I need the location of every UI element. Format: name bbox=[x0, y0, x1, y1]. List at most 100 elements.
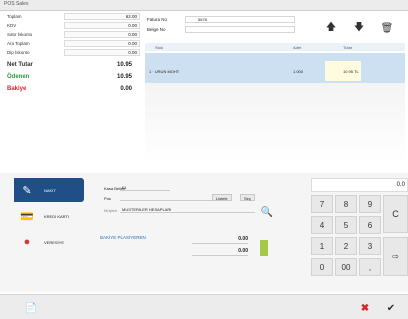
change-value: 0.00 bbox=[120, 86, 132, 92]
subtotal-label: Ara Toplam bbox=[7, 41, 30, 46]
table-row[interactable]: 1 · URUN MOHT 1.000 10.95 TL bbox=[145, 53, 405, 83]
clear-button[interactable]: C bbox=[383, 195, 408, 233]
totals-panel: Toplam 62.00 KDV 0.00 Satır İskonto 0.00… bbox=[4, 13, 140, 131]
kasa-row: Kasa Belirle 01 bbox=[100, 184, 280, 192]
receipt-no-label: Fatura No bbox=[147, 17, 168, 22]
bottom-discount-box: 0.00 bbox=[64, 49, 140, 56]
received-row: Ödenen 10.95 bbox=[4, 73, 140, 83]
column-header: Tutar bbox=[343, 45, 353, 50]
tab-credit-card[interactable]: 💳 KREDİ KARTI bbox=[14, 204, 84, 228]
table-header: Stok Adet Tutar bbox=[145, 43, 405, 51]
column-header: Adet bbox=[293, 45, 302, 50]
tab-label: KREDİ KARTI bbox=[44, 213, 70, 219]
amount-2-input[interactable]: 0.00 bbox=[192, 248, 248, 256]
line-discount-value: 0.00 bbox=[128, 32, 137, 37]
ok-button[interactable]: ✔ bbox=[384, 301, 398, 315]
document-icon: 📄 bbox=[24, 302, 38, 314]
change-label: Bakiye bbox=[7, 86, 27, 92]
tab-label: NAKİT bbox=[44, 187, 56, 193]
payment-form: Kasa Belirle 01 Pos Listele Seç Müşteri … bbox=[100, 178, 280, 288]
change-row: Bakiye 0.00 bbox=[4, 85, 140, 95]
bottom-discount-row: Dip İskonto 0.00 bbox=[4, 49, 140, 57]
person-icon: ● bbox=[23, 236, 31, 248]
received-label: Ödenen bbox=[7, 74, 30, 80]
key-7[interactable]: 7 bbox=[311, 195, 333, 213]
amount-1-input[interactable]: 0.00 bbox=[192, 236, 248, 244]
net-total-value: 10.95 bbox=[116, 62, 132, 68]
net-total-row: Net Tutar 10.95 bbox=[4, 61, 140, 71]
document-header: Fatura No 5678 Belge No bbox=[145, 16, 295, 38]
received-value: 10.95 bbox=[116, 74, 132, 80]
note-input[interactable] bbox=[185, 26, 295, 33]
note-label: Belge No bbox=[147, 27, 166, 32]
key-comma[interactable]: , bbox=[359, 258, 381, 276]
total-value: 62.00 bbox=[125, 14, 137, 19]
pos-row: Pos Listele Seç bbox=[100, 194, 280, 202]
ok-icon: ✔ bbox=[386, 302, 396, 314]
receipt-no-input[interactable]: 5678 bbox=[185, 16, 295, 23]
customer-input[interactable]: MUSTERILER HESAPLARI bbox=[120, 206, 255, 213]
enter-button[interactable]: ⇨ bbox=[383, 237, 408, 276]
item-amount: 10.95 TL bbox=[343, 69, 359, 74]
cancel-icon: ✖ bbox=[360, 302, 370, 314]
numeric-keypad: 7 8 9 C 4 5 6 1 2 3 ⇨ 0 00 , bbox=[311, 195, 408, 285]
key-0[interactable]: 0 bbox=[311, 258, 333, 276]
key-1[interactable]: 1 bbox=[311, 237, 333, 255]
bottom-discount-label: Dip İskonto bbox=[7, 50, 30, 55]
net-total-label: Net Tutar bbox=[7, 62, 33, 68]
total-row: Toplam 62.00 bbox=[4, 13, 140, 21]
vat-box: 0.00 bbox=[64, 22, 140, 29]
item-qty: 1.000 bbox=[293, 69, 304, 74]
vat-label: KDV bbox=[7, 23, 17, 28]
key-6[interactable]: 6 bbox=[359, 216, 381, 234]
column-header: Stok bbox=[155, 45, 164, 50]
kasa-select[interactable]: 01 bbox=[120, 184, 170, 191]
search-button[interactable]: 🔍 bbox=[260, 205, 274, 219]
window-title: POS Sales bbox=[4, 1, 29, 7]
amount-label: BAKİYE PLASİYEREN bbox=[100, 235, 146, 240]
subtotal-box: 0.00 bbox=[64, 40, 140, 47]
subtotal-row: Ara Toplam 0.00 bbox=[4, 40, 140, 48]
enter-icon: ⇨ bbox=[392, 252, 399, 261]
item-name: 1 · URUN MOHT bbox=[149, 69, 180, 74]
note-row: Belge No bbox=[145, 26, 295, 34]
key-8[interactable]: 8 bbox=[335, 195, 357, 213]
cash-icon: ✎ bbox=[22, 184, 32, 197]
apply-button[interactable] bbox=[260, 240, 268, 256]
line-discount-label: Satır İskonto bbox=[7, 32, 33, 37]
subtotal-value: 0.00 bbox=[128, 41, 137, 46]
tab-cash[interactable]: ✎ NAKİT bbox=[14, 178, 84, 202]
vat-value: 0.00 bbox=[128, 23, 137, 28]
line-discount-row: Satır İskonto 0.00 bbox=[4, 31, 140, 39]
receipt-no-row: Fatura No 5678 bbox=[145, 16, 295, 24]
select-button[interactable]: Seç bbox=[240, 194, 255, 201]
cancel-button[interactable]: ✖ bbox=[358, 301, 372, 315]
tab-label: VERESİYE bbox=[44, 239, 65, 245]
key-5[interactable]: 5 bbox=[335, 216, 357, 234]
key-4[interactable]: 4 bbox=[311, 216, 333, 234]
key-9[interactable]: 9 bbox=[359, 195, 381, 213]
move-up-button[interactable]: 🡅 bbox=[322, 19, 340, 37]
bottom-bar: 📄 ✖ ✔ bbox=[0, 294, 408, 319]
items-table: Stok Adet Tutar 1 · URUN MOHT 1.000 10.9… bbox=[145, 43, 405, 163]
key-00[interactable]: 00 bbox=[335, 258, 357, 276]
total-label: Toplam bbox=[7, 14, 22, 19]
document-button[interactable]: 📄 bbox=[24, 301, 38, 315]
table-empty-area bbox=[145, 83, 405, 163]
tab-credit-account[interactable]: ● VERESİYE bbox=[14, 230, 84, 254]
move-down-button[interactable]: 🡇 bbox=[350, 19, 368, 37]
bottom-discount-value: 0.00 bbox=[128, 50, 137, 55]
keypad-display: 0.0 bbox=[311, 178, 408, 192]
title-bar: POS Sales bbox=[0, 0, 408, 11]
customer-label: Müşteri bbox=[104, 208, 118, 213]
list-button[interactable]: Listele bbox=[212, 194, 232, 201]
line-discount-box: 0.00 bbox=[64, 31, 140, 38]
trash-icon: 🗑 bbox=[380, 22, 394, 34]
key-2[interactable]: 2 bbox=[335, 237, 357, 255]
total-box: 62.00 bbox=[64, 13, 140, 20]
vat-row: KDV 0.00 bbox=[4, 22, 140, 30]
search-icon: 🔍 bbox=[260, 206, 274, 218]
delete-button[interactable]: 🗑 bbox=[378, 19, 396, 37]
key-3[interactable]: 3 bbox=[359, 237, 381, 255]
down-arrow-icon: 🡇 bbox=[353, 21, 365, 33]
